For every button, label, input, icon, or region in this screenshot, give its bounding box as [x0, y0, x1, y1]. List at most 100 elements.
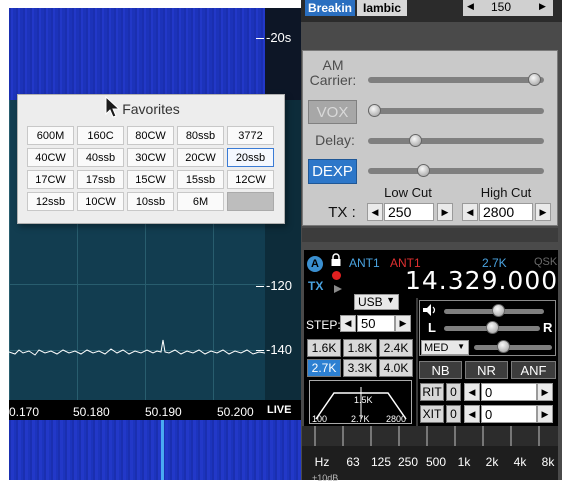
xit-increase-icon[interactable]: ▶ — [537, 405, 553, 423]
step-label: STEP: — [306, 318, 341, 332]
high-cut-value[interactable]: 2800 — [479, 203, 533, 221]
mode-select[interactable]: USB ▼ — [354, 294, 399, 310]
tx-label: TX : — [328, 204, 356, 221]
filter-button[interactable]: 1.6K — [307, 339, 341, 357]
favorite-button[interactable]: 20ssb — [227, 148, 274, 167]
xit-button[interactable]: XIT — [420, 405, 444, 423]
rit-decrease-icon[interactable]: ◀ — [464, 383, 480, 401]
agc-value: MED — [424, 341, 449, 354]
favorite-button[interactable]: 12ssb — [27, 192, 74, 211]
waterfall-bottom[interactable] — [9, 420, 301, 480]
favorite-button[interactable]: 40CW — [27, 148, 74, 167]
rit-value[interactable]: 0 — [481, 383, 537, 401]
delay-slider[interactable] — [368, 138, 544, 144]
eq-slider-tracks[interactable] — [302, 426, 558, 448]
cw-speed-spinner[interactable]: ◀ 150 ▶ — [463, 0, 553, 16]
filter-passband-diagram[interactable]: 1.5K 100 2.7K 2800 — [309, 380, 412, 424]
favorite-button[interactable]: 17ssb — [77, 170, 124, 189]
rx-antenna[interactable]: ANT1 — [349, 256, 380, 270]
nr-button[interactable]: NR — [465, 361, 508, 379]
rit-toggle[interactable]: 0 — [446, 383, 461, 401]
waterfall-top[interactable] — [9, 8, 265, 100]
spin-right-arrow-icon[interactable]: ▶ — [539, 1, 546, 12]
eq-band-label: 2k — [485, 455, 499, 469]
nb-button[interactable]: NB — [419, 361, 462, 379]
favorite-button[interactable]: 80ssb — [177, 126, 224, 145]
passband-center-label: 1.5K — [354, 395, 373, 405]
xit-value[interactable]: 0 — [481, 405, 537, 423]
vox-slider[interactable] — [368, 108, 544, 114]
rit-button[interactable]: RIT — [420, 383, 444, 401]
pan-slider-thumb[interactable] — [485, 321, 499, 334]
freq-tick-label: 50.190 — [145, 405, 182, 419]
low-cut-increase-icon[interactable]: ▶ — [437, 203, 453, 221]
favorite-empty-slot[interactable] — [227, 192, 274, 211]
volume-slider-thumb[interactable] — [491, 304, 505, 317]
spin-left-arrow-icon[interactable]: ◀ — [467, 1, 474, 12]
agc-slider-thumb[interactable] — [496, 340, 510, 353]
filter-button-active[interactable]: 2.7K — [307, 359, 341, 377]
rit-increase-icon[interactable]: ▶ — [537, 383, 553, 401]
waterfall-scale-strip — [265, 8, 301, 100]
xit-toggle[interactable]: 0 — [446, 405, 461, 423]
filter-button[interactable]: 2.4K — [379, 339, 413, 357]
favorite-button[interactable]: 40ssb — [77, 148, 124, 167]
play-icon[interactable] — [333, 284, 343, 294]
lock-icon[interactable] — [330, 253, 342, 267]
favorite-button[interactable]: 30CW — [127, 148, 174, 167]
app-window: -20s -120 -140 0.170 50.180 50.190 50.20… — [0, 0, 572, 488]
low-cut-value[interactable]: 250 — [384, 203, 434, 221]
vfo-a-badge[interactable]: A — [307, 256, 323, 272]
favorites-popup: Favorites 600M 160C 80CW 80ssb 3772 40CW 40ssb… — [17, 94, 285, 224]
iambic-button[interactable]: Iambic — [357, 0, 407, 16]
dexp-button[interactable]: DEXP — [308, 159, 357, 184]
favorite-button[interactable]: 12CW — [227, 170, 274, 189]
dexp-slider-thumb[interactable] — [416, 164, 430, 177]
favorite-button[interactable]: 10CW — [77, 192, 124, 211]
step-value[interactable]: 50 — [357, 315, 395, 332]
favorite-button[interactable]: 15CW — [127, 170, 174, 189]
frequency-display[interactable]: 14.329.000 — [405, 266, 558, 295]
delay-slider-thumb[interactable] — [408, 134, 422, 147]
speaker-icon[interactable] — [422, 303, 438, 317]
low-cut-decrease-icon[interactable]: ◀ — [367, 203, 383, 221]
vox-button[interactable]: VOX — [308, 100, 357, 124]
favorite-button[interactable]: 160C — [77, 126, 124, 145]
favorite-button[interactable]: 15ssb — [177, 170, 224, 189]
frequency-axis[interactable]: 0.170 50.180 50.190 50.200 — [9, 400, 301, 420]
agc-select[interactable]: MED ▼ — [421, 340, 469, 355]
step-decrease-icon[interactable]: ◀ — [340, 315, 356, 332]
breakin-button[interactable]: Breakin — [305, 0, 355, 16]
favorites-grid: 600M 160C 80CW 80ssb 3772 40CW 40ssb 30CW 20CW 20… — [27, 126, 274, 211]
favorite-button[interactable]: 600M — [27, 126, 74, 145]
filter-button[interactable]: 4.0K — [379, 359, 413, 377]
tx-indicator[interactable]: TX — [308, 279, 323, 293]
eq-band-label: 250 — [397, 455, 419, 469]
agc-slider[interactable] — [474, 345, 552, 350]
eq-band-label: 125 — [370, 455, 392, 469]
freq-tick-label: 0.170 — [9, 405, 40, 419]
eq-band-label: 500 — [425, 455, 447, 469]
record-icon[interactable] — [332, 271, 341, 280]
filter-button[interactable]: 3.3K — [343, 359, 377, 377]
high-cut-label: High Cut — [480, 185, 532, 200]
favorite-button[interactable]: 80CW — [127, 126, 174, 145]
favorite-button[interactable]: 3772 — [227, 126, 274, 145]
high-cut-increase-icon[interactable]: ▶ — [535, 203, 551, 221]
live-label: LIVE — [267, 404, 292, 416]
db-label-140: -140 — [266, 342, 293, 357]
step-increase-icon[interactable]: ▶ — [395, 315, 411, 332]
vox-slider-thumb[interactable] — [368, 104, 381, 117]
xit-decrease-icon[interactable]: ◀ — [464, 405, 480, 423]
dexp-slider[interactable] — [368, 168, 544, 174]
am-carrier-slider-thumb[interactable] — [527, 73, 541, 86]
db-label-top: -20s — [266, 30, 292, 45]
filter-button[interactable]: 1.8K — [343, 339, 377, 357]
favorite-button[interactable]: 20CW — [177, 148, 224, 167]
favorite-button[interactable]: 6M — [177, 192, 224, 211]
favorite-button[interactable]: 10ssb — [127, 192, 174, 211]
anf-button[interactable]: ANF — [511, 361, 556, 379]
am-carrier-slider[interactable] — [368, 77, 544, 83]
high-cut-decrease-icon[interactable]: ◀ — [462, 203, 478, 221]
favorite-button[interactable]: 17CW — [27, 170, 74, 189]
